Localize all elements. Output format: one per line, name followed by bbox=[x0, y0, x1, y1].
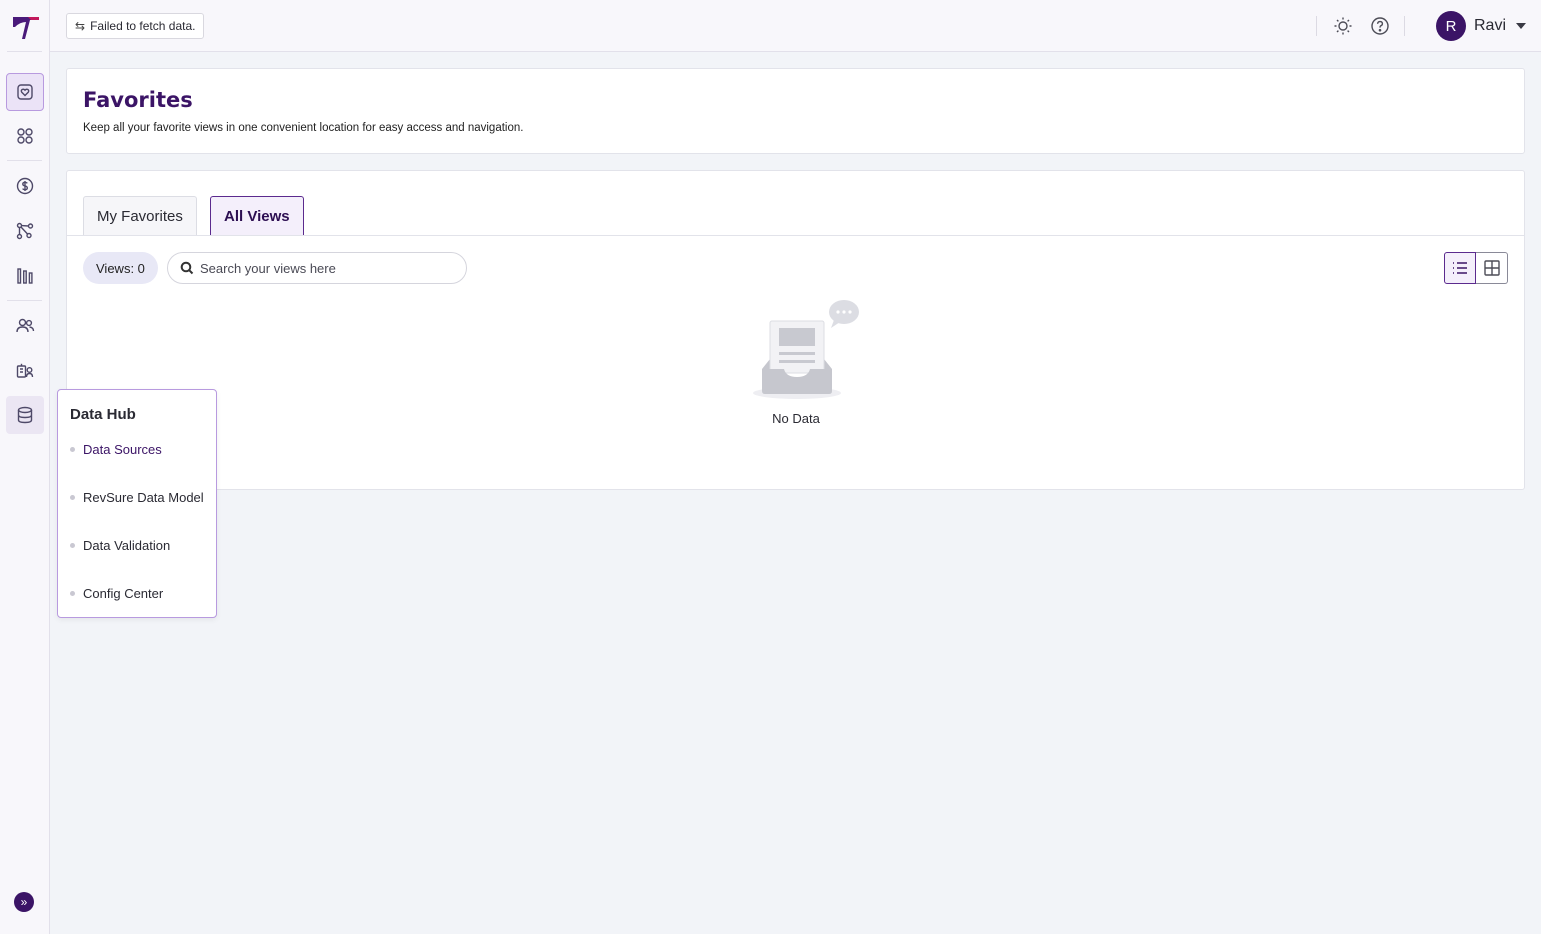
empty-inbox-icon bbox=[753, 300, 859, 399]
tabs-divider bbox=[67, 235, 1524, 236]
bullet-icon bbox=[70, 543, 75, 548]
tab-all-views[interactable]: All Views bbox=[210, 196, 304, 236]
expand-sidebar-button[interactable]: » bbox=[14, 892, 34, 912]
left-sidebar: » bbox=[0, 0, 50, 934]
menu-item-data-validation[interactable]: Data Validation bbox=[70, 538, 170, 553]
database-icon bbox=[17, 406, 33, 424]
theme-toggle-button[interactable] bbox=[1332, 15, 1354, 37]
menu-item-label: Config Center bbox=[83, 586, 164, 601]
caret-down-icon bbox=[1516, 23, 1527, 29]
menu-item-label: Data Sources bbox=[83, 442, 162, 457]
empty-state-label: No Data bbox=[772, 411, 820, 426]
view-mode-toggle bbox=[1444, 252, 1508, 284]
empty-state-illustration bbox=[752, 299, 862, 408]
data-hub-title: Data Hub bbox=[70, 406, 136, 423]
help-button[interactable] bbox=[1369, 15, 1391, 37]
menu-item-label: RevSure Data Model bbox=[83, 490, 204, 505]
app-logo[interactable] bbox=[12, 14, 40, 40]
menu-item-revsure-data-model[interactable]: RevSure Data Model bbox=[70, 490, 204, 505]
topbar-divider bbox=[1316, 16, 1317, 36]
sidebar-item-dashboards[interactable] bbox=[6, 117, 44, 155]
sidebar-item-users[interactable] bbox=[6, 307, 44, 345]
bullet-icon bbox=[70, 591, 75, 596]
pipeline-bars-icon bbox=[17, 268, 33, 284]
page-subtitle: Keep all your favorite views in one conv… bbox=[83, 122, 524, 134]
accounts-icon bbox=[16, 363, 34, 378]
sidebar-divider bbox=[7, 160, 42, 161]
avatar: R bbox=[1436, 11, 1466, 41]
swap-arrows-icon: ⇆ bbox=[75, 19, 86, 33]
bullet-icon bbox=[70, 447, 75, 452]
fetch-status-text: Failed to fetch data. bbox=[90, 19, 196, 33]
sidebar-divider bbox=[7, 51, 42, 52]
sidebar-item-pipeline[interactable] bbox=[6, 257, 44, 295]
grid-icon bbox=[1483, 260, 1500, 276]
page-title: Favorites bbox=[83, 88, 193, 112]
user-menu[interactable]: R Ravi bbox=[1436, 11, 1527, 41]
fetch-status-chip[interactable]: ⇆ Failed to fetch data. bbox=[66, 13, 205, 39]
sidebar-item-flow[interactable] bbox=[6, 212, 44, 250]
sidebar-item-accounts[interactable] bbox=[6, 352, 44, 390]
bullet-icon bbox=[70, 495, 75, 500]
top-bar: ⇆ Failed to fetch data. R Ravi bbox=[50, 0, 1541, 52]
revenue-icon bbox=[16, 177, 34, 195]
chevrons-right-icon: » bbox=[20, 895, 28, 909]
help-circle-icon bbox=[1371, 17, 1389, 35]
data-hub-menu: Data Hub Data Sources RevSure Data Model… bbox=[57, 389, 217, 618]
dashboard-grid-icon bbox=[17, 128, 33, 144]
sidebar-divider bbox=[7, 300, 42, 301]
views-count-badge: Views: 0 bbox=[83, 252, 158, 284]
search-box[interactable] bbox=[167, 252, 467, 284]
menu-item-data-sources[interactable]: Data Sources bbox=[70, 442, 162, 457]
tab-my-favorites[interactable]: My Favorites bbox=[83, 196, 197, 236]
list-icon bbox=[1453, 262, 1467, 274]
favorites-header-card: Favorites Keep all your favorite views i… bbox=[66, 68, 1525, 154]
menu-item-label: Data Validation bbox=[83, 538, 171, 553]
menu-item-config-center[interactable]: Config Center bbox=[70, 586, 163, 601]
sidebar-item-favorites[interactable] bbox=[6, 73, 44, 111]
user-name: Ravi bbox=[1474, 17, 1507, 34]
views-card: My Favorites All Views Views: 0 Search y… bbox=[66, 170, 1525, 490]
sun-icon bbox=[1334, 17, 1352, 35]
sidebar-item-data-hub[interactable] bbox=[6, 396, 44, 434]
users-icon bbox=[16, 318, 35, 333]
grid-view-button[interactable] bbox=[1476, 252, 1508, 284]
flow-icon bbox=[16, 222, 34, 240]
list-view-button[interactable] bbox=[1444, 252, 1476, 284]
sidebar-item-revenue[interactable] bbox=[6, 167, 44, 205]
topbar-divider bbox=[1404, 16, 1405, 36]
search-input[interactable] bbox=[200, 260, 450, 276]
search-icon bbox=[180, 261, 194, 275]
favorites-icon bbox=[17, 84, 33, 100]
